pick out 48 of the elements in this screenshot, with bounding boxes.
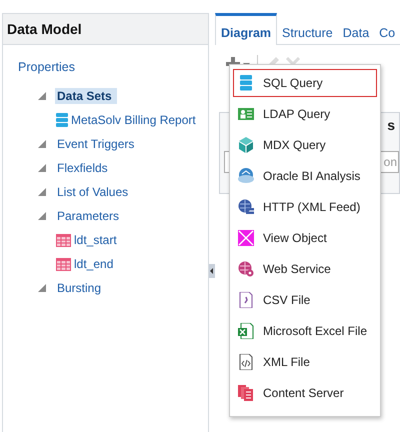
tree-item[interactable]: Flexfields	[55, 160, 113, 176]
menu-item[interactable]: CSV File	[233, 286, 377, 314]
tree-item[interactable]: Bursting	[55, 280, 106, 296]
calendar-icon	[56, 257, 71, 271]
tab[interactable]: Co	[374, 13, 400, 44]
expand-triangle-icon[interactable]	[38, 164, 46, 172]
menu-item[interactable]: Content Server	[233, 379, 377, 407]
code-document-icon	[238, 354, 254, 370]
expand-triangle-icon[interactable]	[38, 140, 46, 148]
tree-item[interactable]: ldt_end	[74, 257, 114, 271]
crossed-square-icon	[238, 230, 254, 246]
properties-link[interactable]: Properties	[18, 60, 208, 84]
globe-icon	[238, 168, 254, 184]
menu-item[interactable]: Web Service	[233, 255, 377, 283]
tree-item[interactable]: List of Values	[55, 184, 134, 200]
tree-item[interactable]: MetaSolv Billing Report	[71, 113, 196, 127]
expand-triangle-icon[interactable]	[38, 188, 46, 196]
tab[interactable]: Data	[338, 13, 374, 44]
menu-item[interactable]: View Object	[233, 224, 377, 252]
tree-item[interactable]: Parameters	[55, 208, 124, 224]
globe-gear-icon	[238, 261, 254, 277]
database-icon	[56, 112, 68, 128]
spreadsheet-icon	[238, 323, 254, 339]
globe-server-icon	[238, 199, 254, 215]
id-card-icon	[238, 106, 254, 122]
menu-item[interactable]: Oracle BI Analysis	[233, 162, 377, 190]
database-icon	[238, 75, 254, 91]
menu-item[interactable]: MDX Query	[233, 131, 377, 159]
tree-item[interactable]: Event Triggers	[55, 136, 140, 152]
expand-triangle-icon[interactable]	[38, 92, 46, 100]
menu-item[interactable]: XML File	[233, 348, 377, 376]
expand-triangle-icon[interactable]	[38, 284, 46, 292]
tree-item[interactable]: ldt_start	[74, 233, 117, 247]
tab[interactable]: Structure	[277, 13, 338, 44]
expand-triangle-icon[interactable]	[38, 212, 46, 220]
panel-title: Data Model	[7, 21, 82, 37]
collapse-handle-icon[interactable]	[209, 264, 215, 278]
menu-item[interactable]: HTTP (XML Feed)	[233, 193, 377, 221]
tree-item[interactable]: Data Sets	[55, 88, 117, 104]
calendar-icon	[56, 233, 71, 247]
menu-item[interactable]: LDAP Query	[233, 100, 377, 128]
cube-icon	[238, 137, 254, 153]
panel-heading-fragment: s	[387, 117, 395, 133]
stacked-pages-icon	[238, 385, 254, 401]
tab[interactable]: Diagram	[215, 13, 278, 45]
menu-item[interactable]: SQL Query	[233, 69, 377, 97]
menu-item[interactable]: Microsoft Excel File	[233, 317, 377, 345]
document-icon	[238, 292, 254, 308]
